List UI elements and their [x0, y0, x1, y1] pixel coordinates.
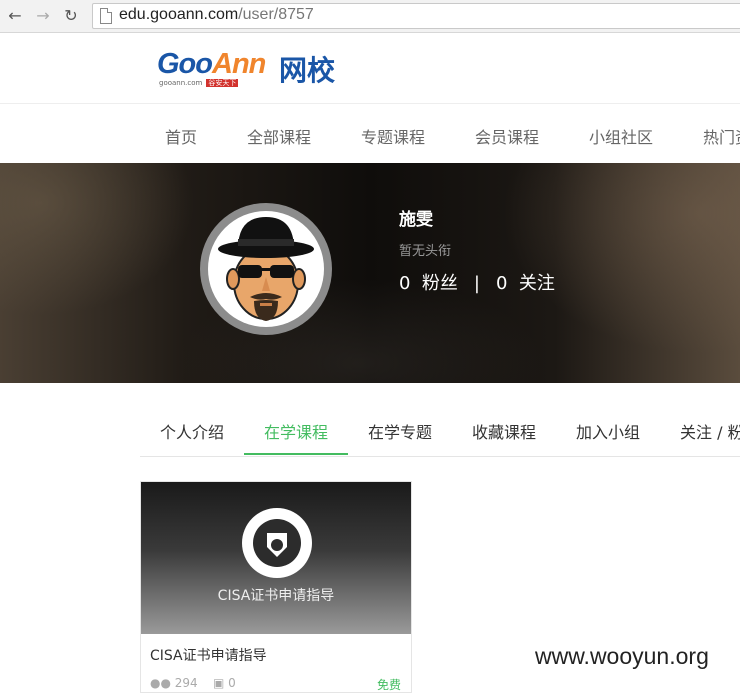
course-title[interactable]: CISA证书申请指导	[150, 645, 267, 665]
tab-learning-topics[interactable]: 在学专题	[368, 419, 432, 443]
fans-count: 0	[399, 273, 411, 294]
tab-follow-fans[interactable]: 关注 / 粉	[680, 419, 740, 443]
active-tab-indicator	[244, 453, 348, 455]
stats-separator: |	[473, 273, 480, 294]
header-divider	[0, 103, 740, 104]
tab-intro[interactable]: 个人介绍	[160, 419, 224, 443]
students-count: 294	[174, 676, 198, 690]
follow-count: 0	[495, 273, 508, 294]
comments-icon: ▣	[212, 676, 225, 690]
course-thumbnail[interactable]: CISA证书申请指导	[141, 482, 411, 634]
browser-toolbar: ← → ↻ edu.gooann.com/user/8757	[0, 0, 740, 33]
course-logo-icon	[242, 508, 312, 578]
tab-learning-courses[interactable]: 在学课程	[264, 419, 328, 443]
tab-joined-groups[interactable]: 加入小组	[576, 419, 640, 443]
address-bar[interactable]: edu.gooann.com/user/8757	[92, 3, 740, 29]
fans-label: 粉丝	[421, 273, 458, 294]
tab-favorite-courses[interactable]: 收藏课程	[472, 419, 536, 443]
nav-item-groups[interactable]: 小组社区	[589, 124, 653, 148]
thumbnail-text: CISA证书申请指导	[217, 588, 335, 604]
students-icon: ●●	[150, 676, 171, 690]
avatar[interactable]	[200, 203, 332, 335]
page-icon	[100, 8, 112, 24]
course-card[interactable]: CISA证书申请指导 CISA证书申请指导 ●● 294 ▣ 0 免费	[140, 481, 412, 693]
avatar-heisenberg-icon	[218, 217, 314, 321]
fans-link[interactable]: 0 粉丝	[399, 273, 458, 294]
profile-banner: 施雯 暂无头衔 0 粉丝 | 0 关注	[0, 163, 740, 383]
back-icon[interactable]: ←	[6, 7, 24, 25]
follow-label: 关注	[518, 273, 555, 294]
logo-subtext: gooann.com 谷安天下	[159, 79, 239, 87]
course-meta: ●● 294 ▣ 0	[150, 676, 236, 690]
comments-count: 0	[228, 676, 236, 690]
nav-item-all-courses[interactable]: 全部课程	[247, 124, 311, 148]
watermark: www.wooyun.org	[535, 643, 709, 669]
forward-icon[interactable]: →	[34, 7, 52, 25]
follow-link[interactable]: 0 关注	[496, 273, 555, 294]
user-name: 施雯	[399, 210, 433, 230]
logo-text-ann: Ann	[212, 48, 266, 80]
url-text[interactable]: edu.gooann.com/user/8757	[119, 6, 314, 24]
logo-text-goo: Goo	[157, 48, 213, 80]
user-title: 暂无头衔	[399, 244, 452, 259]
main-nav: 首页 全部课程 专题课程 会员课程 小组社区 热门资	[0, 124, 740, 147]
user-stats: 0 粉丝 | 0 关注	[399, 269, 555, 295]
logo-text-cn: 网校	[279, 54, 336, 87]
nav-item-topics[interactable]: 专题课程	[361, 124, 425, 148]
profile-tabs: 个人介绍 在学课程 在学专题 收藏课程 加入小组 关注 / 粉	[140, 405, 740, 457]
nav-item-hot[interactable]: 热门资	[703, 124, 740, 148]
nav-item-member-courses[interactable]: 会员课程	[475, 124, 539, 148]
nav-item-home[interactable]: 首页	[165, 124, 197, 148]
reload-icon[interactable]: ↻	[62, 7, 80, 25]
